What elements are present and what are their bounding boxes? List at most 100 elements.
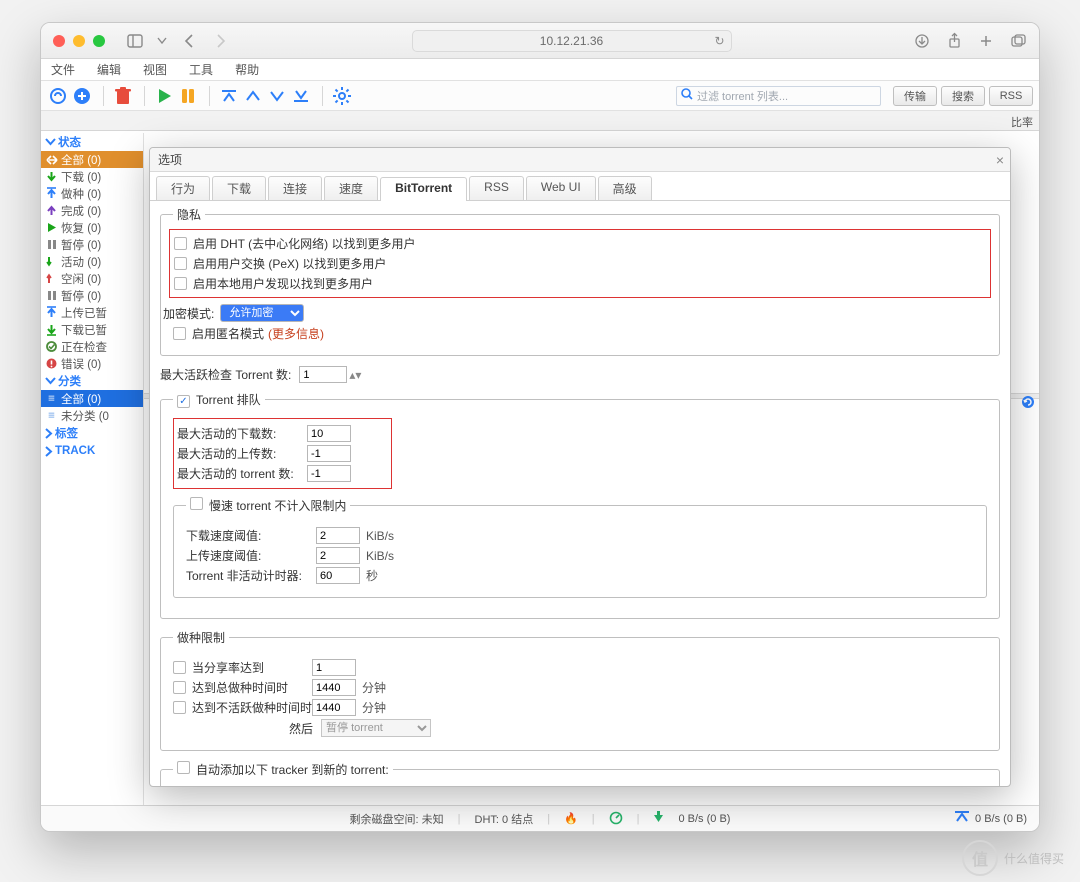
sidebar-item-status[interactable]: 活动 (0) <box>41 253 143 270</box>
input-seed-time[interactable] <box>312 679 356 696</box>
move-down-icon[interactable] <box>266 85 288 107</box>
move-bottom-icon[interactable] <box>290 85 312 107</box>
move-up-icon[interactable] <box>242 85 264 107</box>
column-ratio: 比率 <box>1011 114 1033 130</box>
input-max-dl[interactable] <box>307 425 351 442</box>
dialog-tab[interactable]: 下载 <box>212 176 266 200</box>
sidebar-section-tags[interactable]: 标签 <box>41 424 143 442</box>
checkbox-anon[interactable] <box>173 327 186 340</box>
share-icon[interactable] <box>945 30 963 52</box>
status-icon <box>45 205 58 216</box>
dialog-tab[interactable]: 行为 <box>156 176 210 200</box>
menu-help[interactable]: 帮助 <box>231 61 263 78</box>
fieldset-queue: Torrent 排队 最大活动的下载数: 最大活动的上传数: 最大活动的 tor… <box>160 391 1000 619</box>
sidebar-section-category[interactable]: 分类 <box>41 372 143 390</box>
close-window-icon[interactable] <box>53 35 65 47</box>
settings-icon[interactable] <box>331 85 353 107</box>
tab-rss[interactable]: RSS <box>989 86 1033 106</box>
sidebar-item-status[interactable]: 下载已暂 <box>41 321 143 338</box>
status-dht: DHT: 0 结点 <box>475 811 534 827</box>
sidebar-item-status[interactable]: 错误 (0) <box>41 355 143 372</box>
address-bar[interactable]: 10.12.21.36 ↻ <box>412 30 732 52</box>
add-link-icon[interactable] <box>47 85 69 107</box>
list-icon: ≡ <box>45 410 58 422</box>
checkbox-auto-tracker[interactable] <box>177 761 190 774</box>
sidebar-item-status[interactable]: 完成 (0) <box>41 202 143 219</box>
sidebar-section-status[interactable]: 状态 <box>41 133 143 151</box>
dialog-tab[interactable]: RSS <box>469 176 524 200</box>
maximize-window-icon[interactable] <box>93 35 105 47</box>
label-max-check: 最大活跃检查 Torrent 数: <box>160 366 291 383</box>
sidebar-item-status[interactable]: 做种 (0) <box>41 185 143 202</box>
checkbox-pex[interactable] <box>174 257 187 270</box>
delete-icon[interactable] <box>112 85 134 107</box>
input-max-torrent[interactable] <box>307 465 351 482</box>
sidebar-item-status[interactable]: 下载 (0) <box>41 168 143 185</box>
input-max-ul[interactable] <box>307 445 351 462</box>
forward-icon[interactable] <box>212 30 230 52</box>
sidebar-item-cat-all[interactable]: ≡全部 (0) <box>41 390 143 407</box>
upload-arrow-icon <box>955 811 969 826</box>
dialog-tab[interactable]: 高级 <box>598 176 652 200</box>
sync-icon[interactable] <box>1021 395 1035 412</box>
sidebar-section-trackers[interactable]: TRACK <box>41 442 143 460</box>
sidebar-item-status[interactable]: 恢复 (0) <box>41 219 143 236</box>
sidebar-item-status[interactable]: 正在检查 <box>41 338 143 355</box>
input-seed-inactive[interactable] <box>312 699 356 716</box>
input-seed-ratio[interactable] <box>312 659 356 676</box>
sidebar-item-status[interactable]: 上传已暂 <box>41 304 143 321</box>
sidebar-item-cat-none[interactable]: ≡未分类 (0 <box>41 407 143 424</box>
add-torrent-icon[interactable] <box>71 85 93 107</box>
checkbox-queue[interactable] <box>177 395 190 408</box>
checkbox-dht[interactable] <box>174 237 187 250</box>
select-encryption[interactable]: 允许加密 <box>220 304 304 322</box>
app-toolbar: 过滤 torrent 列表... 传输 搜索 RSS <box>41 81 1039 111</box>
new-tab-icon[interactable] <box>977 30 995 52</box>
menu-file[interactable]: 文件 <box>47 61 79 78</box>
highlight-privacy: 启用 DHT (去中心化网络) 以找到更多用户 启用用户交换 (PeX) 以找到… <box>169 229 991 298</box>
checkbox-slow[interactable] <box>190 497 203 510</box>
sidebar-toggle-icon[interactable] <box>126 30 144 52</box>
move-top-icon[interactable] <box>218 85 240 107</box>
checkbox-seed-time[interactable] <box>173 681 186 694</box>
alt-speed-icon[interactable] <box>609 810 623 827</box>
back-icon[interactable] <box>180 30 198 52</box>
close-icon[interactable]: × <box>996 152 1004 168</box>
dialog-tab[interactable]: 连接 <box>268 176 322 200</box>
tabs-overview-icon[interactable] <box>1009 30 1027 52</box>
input-slow-timer[interactable] <box>316 567 360 584</box>
minimize-window-icon[interactable] <box>73 35 85 47</box>
tab-transfers[interactable]: 传输 <box>893 86 937 106</box>
menu-view[interactable]: 视图 <box>139 61 171 78</box>
fieldset-privacy: 隐私 启用 DHT (去中心化网络) 以找到更多用户 启用用户交换 (PeX) … <box>160 206 1000 356</box>
sidebar-item-status[interactable]: 全部 (0) <box>41 151 143 168</box>
download-icon[interactable] <box>913 30 931 52</box>
status-icon <box>45 324 58 335</box>
checkbox-seed-inactive[interactable] <box>173 701 186 714</box>
pause-icon[interactable] <box>177 85 199 107</box>
checkbox-lsd[interactable] <box>174 277 187 290</box>
input-slow-ul[interactable] <box>316 547 360 564</box>
watermark: 值 什么值得买 <box>962 840 1064 876</box>
menu-edit[interactable]: 编辑 <box>93 61 125 78</box>
resume-icon[interactable] <box>153 85 175 107</box>
sidebar-item-status[interactable]: 空闲 (0) <box>41 270 143 287</box>
status-down: 0 B/s (0 B) <box>678 813 730 825</box>
tab-search[interactable]: 搜索 <box>941 86 985 106</box>
input-max-check[interactable] <box>299 366 347 383</box>
status-icon <box>45 358 58 369</box>
filter-placeholder: 过滤 torrent 列表... <box>697 88 788 104</box>
reload-icon[interactable]: ↻ <box>714 34 724 48</box>
sidebar-item-status[interactable]: 暂停 (0) <box>41 287 143 304</box>
input-slow-dl[interactable] <box>316 527 360 544</box>
menu-tools[interactable]: 工具 <box>185 61 217 78</box>
select-seed-action[interactable]: 暂停 torrent <box>321 719 431 737</box>
sidebar-item-status[interactable]: 暂停 (0) <box>41 236 143 253</box>
filter-input[interactable]: 过滤 torrent 列表... <box>676 86 881 106</box>
app-menu-bar: 文件 编辑 视图 工具 帮助 <box>41 59 1039 81</box>
more-info-link[interactable]: (更多信息) <box>268 325 324 342</box>
checkbox-seed-ratio[interactable] <box>173 661 186 674</box>
dialog-tab[interactable]: 速度 <box>324 176 378 200</box>
dialog-tab[interactable]: Web UI <box>526 176 596 200</box>
chevron-down-icon[interactable] <box>158 30 166 52</box>
